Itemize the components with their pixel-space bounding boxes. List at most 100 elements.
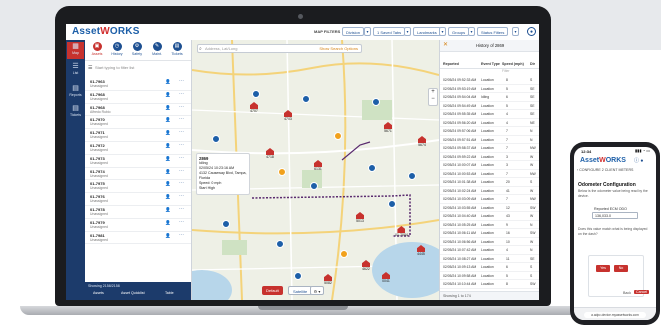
asset-list-item[interactable]: 01-7975 Unassigned 👤 ⋯ — [85, 180, 191, 194]
history-row[interactable]: 02/05/24 10:03:09 AM Location 7 NW — [440, 195, 539, 204]
user-account-icon[interactable]: ● — [527, 27, 536, 36]
groups-filter-button[interactable]: Groups — [448, 27, 470, 36]
more-options-icon[interactable]: ⋯ — [179, 142, 184, 148]
asset-filter-input[interactable]: ☰ Start typing to filter list — [87, 63, 187, 73]
history-row[interactable]: 02/05/24 09:59:22 AM Location 3 W — [440, 153, 539, 161]
tab-assets[interactable]: ▣ Assets — [87, 41, 107, 59]
zoom-in-button[interactable]: + — [429, 89, 437, 96]
more-options-icon[interactable]: ⋯ — [179, 219, 184, 225]
zoom-out-button[interactable]: − — [429, 96, 437, 103]
more-options-icon[interactable]: ⋯ — [179, 129, 184, 135]
history-row[interactable]: 02/05/24 09:57:06 AM Location 7 N — [440, 127, 539, 136]
map-cluster-marker[interactable] — [408, 172, 416, 180]
tab-history[interactable]: ◷ History — [107, 41, 127, 59]
default-map-button[interactable]: Default — [262, 286, 283, 295]
phone-help-icon[interactable]: ⓘ ● — [634, 157, 643, 164]
division-filter-button[interactable]: Division — [342, 27, 365, 36]
asset-list-item[interactable]: 01-7979 Unassigned 👤 ⋯ — [85, 219, 191, 232]
close-icon[interactable]: ✕ — [443, 41, 448, 48]
tab-safety[interactable]: ⚙ Safety — [127, 41, 147, 59]
table-button[interactable]: Table — [165, 291, 174, 295]
history-row[interactable]: 02/05/24 10:10:44 AM Location 8 SW — [440, 280, 539, 289]
asset-map-pin[interactable]: 5013 — [356, 212, 364, 223]
nav-item-tickets[interactable]: ▤ Tickets — [67, 104, 84, 121]
map-cluster-marker[interactable] — [278, 168, 286, 176]
history-row[interactable]: 02/05/24 10:08:27 AM Location 11 SE — [440, 255, 539, 263]
assetworks-logo[interactable]: AssetWORKS — [72, 26, 140, 37]
map-cluster-marker[interactable] — [340, 250, 348, 258]
map-cluster-marker[interactable] — [372, 98, 380, 106]
asset-list-item[interactable]: 01-7963 Unassigned 👤 ⋯ — [85, 78, 191, 91]
history-row[interactable]: 02/05/24 10:05:25 AM Location 9 N — [440, 221, 539, 229]
map-cluster-marker[interactable] — [276, 240, 284, 248]
more-options-icon[interactable]: ⋯ — [179, 180, 184, 186]
history-row[interactable]: 02/05/24 10:00:07 AM Location 3 W — [440, 161, 539, 170]
history-row[interactable]: 02/05/24 09:54:49 AM Location 5 SE — [440, 102, 539, 110]
reported-ecm-odo-field[interactable]: 136,033.0 — [592, 212, 638, 219]
history-row[interactable]: 02/05/24 09:52:33 AM Location 8 S — [440, 76, 539, 85]
map-cluster-marker[interactable] — [302, 95, 310, 103]
history-filter-input[interactable]: Filter — [440, 69, 539, 75]
more-options-icon[interactable]: ⋯ — [179, 116, 184, 122]
asset-map-pin[interactable]: 5674 — [418, 136, 426, 147]
asset-info-popup[interactable]: 2869 Idling 02/05/24 10:23:16 AM 4132 Ca… — [196, 153, 250, 195]
history-row[interactable]: 02/05/24 10:07:42 AM Location 4 N — [440, 246, 539, 255]
landmarks-dropdown-icon[interactable]: ▾ — [439, 27, 446, 36]
tab-tickets[interactable]: ▤ Tickets — [167, 41, 187, 59]
history-row[interactable]: 02/05/24 09:56:20 AM Location 4 NE — [440, 119, 539, 127]
history-row[interactable]: 02/05/24 09:53:19 AM Location 5 SE — [440, 85, 539, 93]
history-row[interactable]: 02/05/24 09:58:37 AM Location 7 NW — [440, 144, 539, 153]
map-cluster-marker[interactable] — [310, 182, 318, 190]
groups-dropdown-icon[interactable]: ▾ — [468, 27, 475, 36]
map-cluster-marker[interactable] — [368, 164, 376, 172]
map-cluster-marker[interactable] — [334, 132, 342, 140]
asset-list-item[interactable]: 01-7978 Unassigned 👤 ⋯ — [85, 206, 191, 219]
asset-quicklist-button[interactable]: Asset Quicklist — [121, 291, 145, 295]
map-cluster-marker[interactable] — [252, 90, 260, 98]
map-view[interactable]: ⌕ Address, Lat/Long Show Search Options … — [192, 40, 439, 300]
map-cluster-marker[interactable] — [388, 200, 396, 208]
asset-list-item[interactable]: 01-7972 Unassigned 👤 ⋯ — [85, 142, 191, 155]
saved-tabs-dropdown-icon[interactable]: ▾ — [404, 27, 411, 36]
asset-list-item[interactable]: 01-7968 Alfredo Rubio 👤 ⋯ — [85, 104, 191, 117]
phone-nav-bar[interactable]: ‹ CONFIGURE 2 CLIENT METERS — [577, 168, 653, 176]
history-row[interactable]: 02/05/24 10:09:13 AM Location 6 S — [440, 263, 539, 272]
history-row[interactable]: 02/05/24 09:54:04 AM Idling 6 SE — [440, 93, 539, 102]
assets-footer-button[interactable]: Assets — [93, 291, 104, 295]
asset-list-item[interactable]: 01-7970 Unassigned 👤 ⋯ — [85, 116, 191, 130]
more-options-icon[interactable]: ⋯ — [179, 168, 184, 174]
asset-list-item[interactable]: 01-7971 Unassigned 👤 ⋯ — [85, 129, 191, 142]
history-row[interactable]: 02/05/24 10:09:58 AM Location 5 S — [440, 272, 539, 280]
asset-map-pin[interactable]: 0041 — [382, 272, 390, 283]
saved-tabs-filter-button[interactable]: 1 Saved Tabs — [373, 27, 406, 36]
map-cluster-marker[interactable] — [294, 272, 302, 280]
asset-list-item[interactable]: 01-7981 Unassigned 👤 ⋯ — [85, 232, 191, 245]
asset-map-pin[interactable]: 4445 — [417, 245, 425, 256]
asset-list-item[interactable]: 01-7973 Unassigned 👤 ⋯ — [85, 155, 191, 168]
nav-item-map[interactable]: ▦ Map — [67, 42, 84, 59]
asset-map-pin[interactable]: 6131 — [314, 160, 322, 171]
map-cluster-marker[interactable] — [212, 135, 220, 143]
asset-map-pin[interactable]: 01-7004 — [395, 226, 408, 237]
history-row[interactable]: 02/05/24 10:03:55 AM Location 12 SW — [440, 204, 539, 212]
asset-list-item[interactable]: 01-7968 Unassigned 👤 ⋯ — [85, 91, 191, 104]
landmarks-filter-button[interactable]: Landmarks — [413, 27, 441, 36]
asset-map-pin[interactable]: 4718 — [266, 148, 274, 159]
nav-item-list[interactable]: ☰ List — [67, 62, 84, 79]
more-options-icon[interactable]: ⋯ — [179, 206, 184, 212]
status-filters-dropdown-icon[interactable]: ▾ — [512, 27, 519, 36]
phone-cancel-button[interactable]: Cancel — [634, 290, 650, 294]
asset-map-pin[interactable]: 5671 — [384, 122, 392, 133]
asset-map-pin[interactable]: 4707 — [250, 102, 258, 113]
more-options-icon[interactable]: ⋯ — [179, 78, 184, 84]
history-row[interactable]: 02/05/24 10:06:56 AM Location 10 W — [440, 238, 539, 246]
status-filters-button[interactable]: Status Filters — [477, 27, 509, 36]
history-row[interactable]: 02/05/24 10:00:53 AM Location 7 NW — [440, 170, 539, 178]
yes-button[interactable]: Yes — [596, 265, 610, 272]
more-options-icon[interactable]: ⋯ — [179, 91, 184, 97]
asset-list-item[interactable]: 01-7976 Unassigned 👤 ⋯ — [85, 193, 191, 206]
phone-back-button[interactable]: Back — [623, 291, 631, 295]
more-options-icon[interactable]: ⋯ — [179, 232, 184, 238]
menu-icon[interactable]: ☰ — [88, 63, 92, 73]
division-dropdown-icon[interactable]: ▾ — [364, 27, 371, 36]
